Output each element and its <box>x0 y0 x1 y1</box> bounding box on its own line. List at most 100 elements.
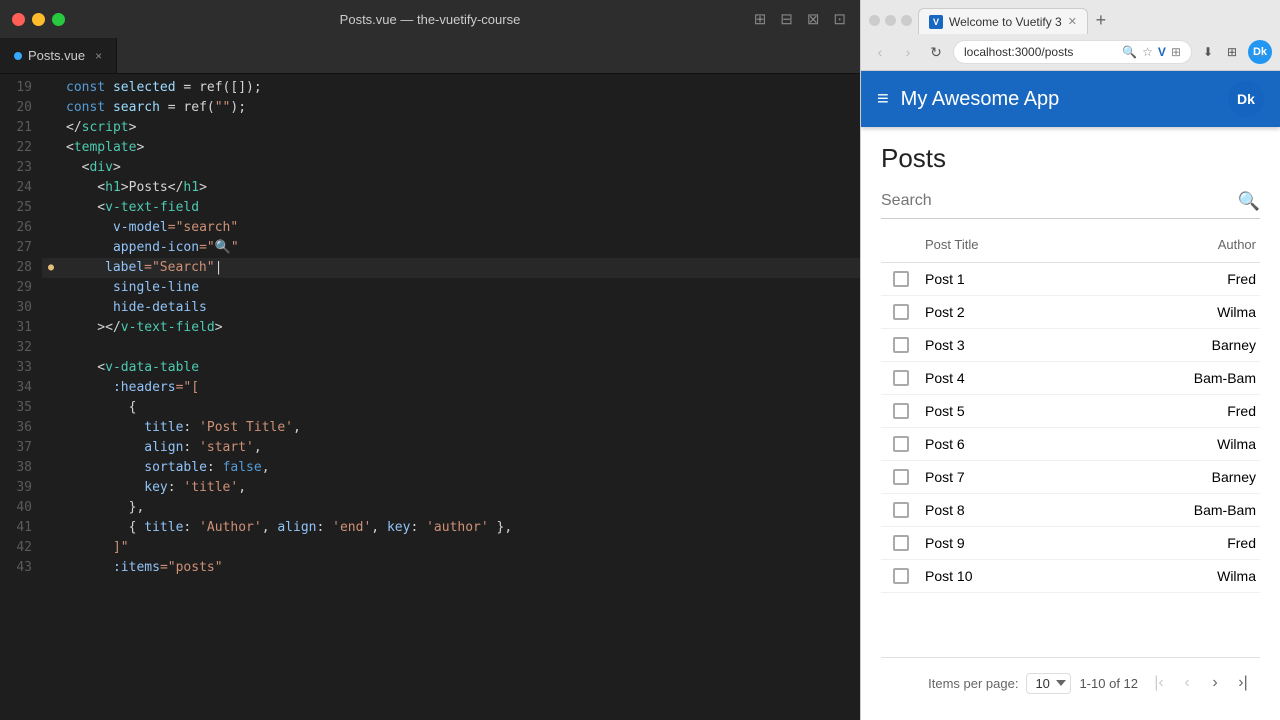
code-token: , <box>254 438 262 458</box>
row-title: Post 2 <box>921 304 1180 320</box>
row-checkbox[interactable] <box>893 469 909 485</box>
table-row[interactable]: Post 2Wilma <box>881 296 1260 329</box>
row-checkbox-col <box>881 304 921 320</box>
url-bar[interactable]: localhost:3000/posts 🔍 ☆ V ⊞ <box>953 40 1192 64</box>
table-row[interactable]: Post 6Wilma <box>881 428 1260 461</box>
browser-new-tab-button[interactable]: + <box>1088 8 1114 34</box>
browser-forward-button[interactable]: › <box>897 41 919 63</box>
search-input[interactable] <box>881 188 1238 214</box>
pagination-prev-button[interactable]: ‹ <box>1174 670 1200 696</box>
code-line: title: 'Post Title', <box>42 418 860 438</box>
code-token: sortable <box>144 458 207 478</box>
traffic-light-close[interactable] <box>12 13 25 26</box>
app-menu-icon[interactable]: ≡ <box>877 88 889 111</box>
table-row[interactable]: Post 8Bam-Bam <box>881 494 1260 527</box>
code-token: : <box>207 458 223 478</box>
line-number: 23 <box>0 158 32 178</box>
pagination-next-button[interactable]: › <box>1202 670 1228 696</box>
code-token: ="posts" <box>160 558 223 578</box>
code-token: append-icon <box>113 238 199 258</box>
code-token: " <box>231 238 239 258</box>
browser-tab-close[interactable]: ✕ <box>1068 15 1077 28</box>
row-title: Post 1 <box>921 271 1180 287</box>
url-search-icon[interactable]: 🔍 <box>1122 45 1137 59</box>
code-line: ]" <box>42 538 860 558</box>
nav-right-icons: ⬇ ⊞ <box>1198 42 1242 62</box>
pagination-first-button[interactable]: |‹ <box>1146 670 1172 696</box>
row-author: Barney <box>1180 337 1260 353</box>
row-checkbox[interactable] <box>893 502 909 518</box>
code-token <box>66 558 113 578</box>
code-line: ></v-text-field> <box>42 318 860 338</box>
code-line: hide-details <box>42 298 860 318</box>
browser-traffic-lights <box>869 15 918 34</box>
row-checkbox[interactable] <box>893 370 909 386</box>
row-title: Post 10 <box>921 568 1180 584</box>
code-token: > <box>113 158 121 178</box>
tab-close-button[interactable]: × <box>95 49 102 63</box>
code-token: title <box>144 518 183 538</box>
data-table: Post Title Author Post 1FredPost 2WilmaP… <box>881 227 1260 704</box>
tab-vuejs-indicator <box>14 52 22 60</box>
pagination-last-button[interactable]: ›| <box>1230 670 1256 696</box>
table-row[interactable]: Post 1Fred <box>881 263 1260 296</box>
table-row[interactable]: Post 4Bam-Bam <box>881 362 1260 395</box>
code-line: key: 'title', <box>42 478 860 498</box>
nav-save-icon[interactable]: ⬇ <box>1198 42 1218 62</box>
layout-icon-2[interactable]: ⊟ <box>780 10 793 28</box>
app-user-avatar[interactable]: Dk <box>1228 81 1264 117</box>
code-token: : <box>168 478 184 498</box>
line-number: 40 <box>0 498 32 518</box>
table-row[interactable]: Post 5Fred <box>881 395 1260 428</box>
layout-icon-4[interactable]: ⊡ <box>833 10 846 28</box>
code-line: }, <box>42 498 860 518</box>
code-token: >Posts</ <box>121 178 184 198</box>
table-header-title: Post Title <box>921 237 1180 252</box>
table-header-author: Author <box>1180 237 1260 252</box>
code-token: ); <box>230 98 246 118</box>
editor-tab-posts-vue[interactable]: Posts.vue × <box>0 38 117 73</box>
table-row[interactable]: Post 9Fred <box>881 527 1260 560</box>
row-checkbox[interactable] <box>893 271 909 287</box>
code-token: label <box>105 258 144 278</box>
traffic-light-minimize[interactable] <box>32 13 45 26</box>
table-row[interactable]: Post 10Wilma <box>881 560 1260 593</box>
code-token: ="[ <box>176 378 199 398</box>
table-row[interactable]: Post 7Barney <box>881 461 1260 494</box>
editor-file-title: Posts.vue — the-vuetify-course <box>340 12 521 27</box>
editor-more-options[interactable]: ··· <box>1250 47 1266 65</box>
code-token: :headers <box>113 378 176 398</box>
browser-tab-active[interactable]: V Welcome to Vuetify 3 ✕ <box>918 8 1088 34</box>
code-token <box>66 418 144 438</box>
code-line: <div> <box>42 158 860 178</box>
code-token: = ref( <box>176 78 231 98</box>
code-token: , <box>293 418 301 438</box>
layout-icon-1[interactable]: ⊞ <box>754 10 767 28</box>
row-checkbox[interactable] <box>893 436 909 452</box>
code-token: ="search" <box>168 218 238 238</box>
url-bookmark-icon[interactable]: ☆ <box>1142 45 1153 59</box>
code-area[interactable]: const selected = ref([]);const search = … <box>42 74 860 720</box>
line-number: 42 <box>0 538 32 558</box>
browser-back-button[interactable]: ‹ <box>869 41 891 63</box>
code-line: single-line <box>42 278 860 298</box>
row-author: Fred <box>1180 403 1260 419</box>
row-checkbox[interactable] <box>893 304 909 320</box>
layout-icon-3[interactable]: ⊠ <box>807 10 820 28</box>
items-per-page-select[interactable]: 5101520All <box>1026 673 1071 694</box>
url-extension-icon[interactable]: ⊞ <box>1171 45 1181 59</box>
code-token: script <box>82 118 129 138</box>
search-icon[interactable]: 🔍 <box>1238 191 1260 212</box>
browser-refresh-button[interactable]: ↻ <box>925 41 947 63</box>
nav-grid-icon[interactable]: ⊞ <box>1222 42 1242 62</box>
traffic-light-fullscreen[interactable] <box>52 13 65 26</box>
row-checkbox[interactable] <box>893 535 909 551</box>
row-checkbox[interactable] <box>893 337 909 353</box>
row-checkbox[interactable] <box>893 568 909 584</box>
row-title: Post 8 <box>921 502 1180 518</box>
table-row[interactable]: Post 3Barney <box>881 329 1260 362</box>
row-checkbox[interactable] <box>893 403 909 419</box>
line-number: 28 <box>0 258 32 278</box>
line-number: 43 <box>0 558 32 578</box>
row-checkbox-col <box>881 568 921 584</box>
